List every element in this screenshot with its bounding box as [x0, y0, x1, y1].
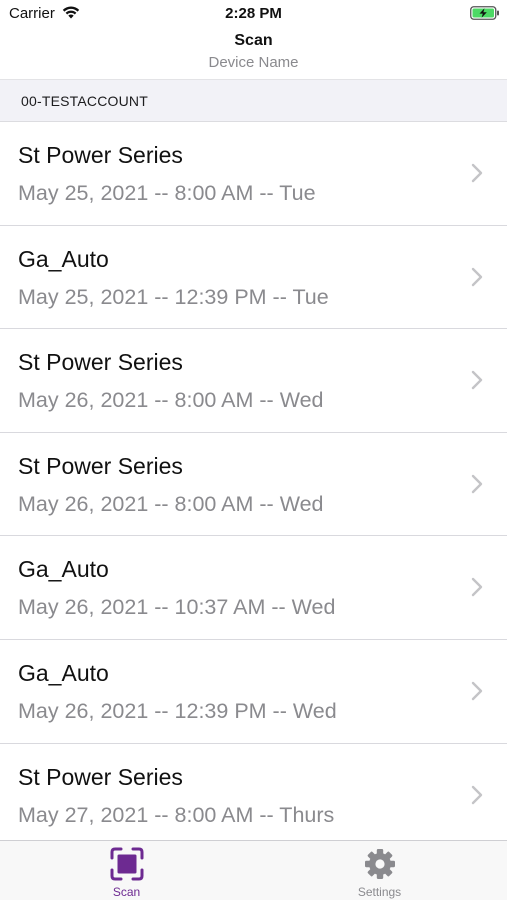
tab-settings-label: Settings [357, 885, 402, 899]
list-item-title: St Power Series [18, 349, 183, 376]
list-item-subtitle: May 26, 2021 -- 8:00 AM -- Wed [18, 491, 324, 516]
chevron-right-icon [471, 681, 483, 701]
list-item-title: St Power Series [18, 763, 183, 790]
list-item[interactable]: St Power Series May 26, 2021 -- 8:00 AM … [0, 329, 507, 433]
chevron-right-icon [471, 474, 483, 494]
chevron-right-icon [471, 163, 483, 183]
section-header: 00-TESTACCOUNT [0, 79, 507, 122]
chevron-right-icon [471, 267, 483, 287]
list-item-title: St Power Series [18, 142, 183, 168]
list-item-title: Ga_Auto [18, 245, 109, 272]
scan-list[interactable]: St Power Series May 25, 2021 -- 8:00 AM … [0, 122, 507, 840]
list-item-subtitle: May 26, 2021 -- 8:00 AM -- Wed [18, 388, 324, 413]
clock-time: 2:28 PM [225, 5, 282, 22]
gear-icon [363, 847, 397, 881]
list-item-title: Ga_Auto [18, 659, 109, 686]
list-item-subtitle: May 26, 2021 -- 10:37 AM -- Wed [18, 595, 336, 620]
list-item-title: St Power Series [18, 452, 183, 479]
list-item-subtitle: May 26, 2021 -- 12:39 PM -- Wed [18, 698, 337, 723]
page-title: Scan [234, 32, 273, 49]
list-item-subtitle: May 27, 2021 -- 8:00 AM -- Thurs [18, 802, 335, 827]
chevron-right-icon [471, 785, 483, 805]
list-item-title: Ga_Auto [18, 556, 109, 583]
page-subtitle: Device Name [208, 54, 299, 71]
list-item[interactable]: St Power Series May 27, 2021 -- 8:00 AM … [0, 743, 507, 840]
list-item[interactable]: Ga_Auto May 25, 2021 -- 12:39 PM -- Tue [0, 225, 507, 330]
list-item[interactable]: Ga_Auto May 26, 2021 -- 10:37 AM -- Wed [0, 536, 507, 640]
status-bar: Carrier 2:28 PM [0, 0, 507, 28]
tab-settings[interactable]: Settings [253, 841, 506, 901]
list-item[interactable]: St Power Series May 25, 2021 -- 8:00 AM … [0, 122, 507, 226]
tab-scan-label: Scan [112, 885, 141, 899]
section-label: 00-TESTACCOUNT [21, 93, 148, 109]
list-item-subtitle: May 25, 2021 -- 8:00 AM -- Tue [18, 181, 316, 205]
chevron-right-icon [471, 577, 483, 597]
chevron-right-icon [471, 370, 483, 390]
battery-charging-icon [470, 6, 500, 20]
tab-bar: Scan Settings [0, 840, 507, 900]
list-item[interactable]: Ga_Auto May 26, 2021 -- 12:39 PM -- Wed [0, 639, 507, 744]
list-item-subtitle: May 25, 2021 -- 12:39 PM -- Tue [18, 284, 329, 309]
tab-scan[interactable]: Scan [0, 841, 253, 901]
scan-icon [110, 847, 144, 881]
list-item[interactable]: St Power Series May 26, 2021 -- 8:00 AM … [0, 432, 507, 537]
navigation-header: Scan Device Name [0, 28, 507, 79]
